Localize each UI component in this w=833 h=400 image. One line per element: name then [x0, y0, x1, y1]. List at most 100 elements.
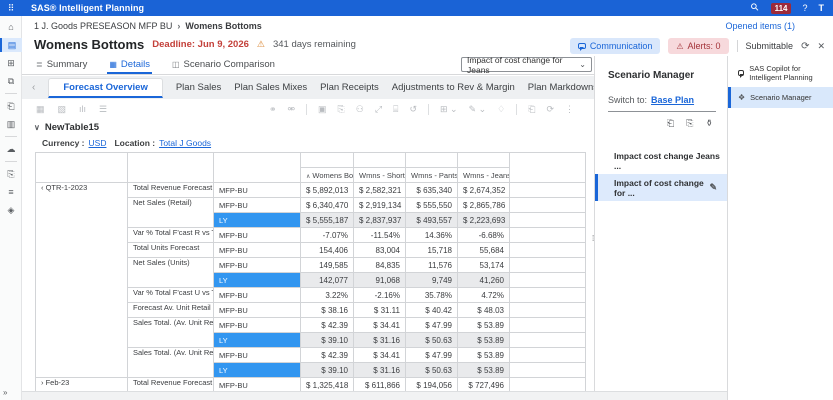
- breadcrumb-root[interactable]: 1 J. Goods PRESEASON MFP BU: [34, 21, 172, 31]
- value-cell[interactable]: 53,174: [458, 258, 510, 273]
- scenario-item[interactable]: Impact cost change Jeans ...: [595, 147, 727, 174]
- tab-scenario-comparison[interactable]: ◫Scenario Comparison: [170, 56, 277, 74]
- edit-pencil-icon[interactable]: ✎: [709, 182, 717, 193]
- scenario-item[interactable]: Impact of cost change for ...✎: [595, 174, 727, 201]
- value-cell[interactable]: $ 34.41: [354, 318, 406, 333]
- source-cell[interactable]: MFP-BU: [214, 348, 301, 363]
- value-cell[interactable]: 11,576: [406, 258, 458, 273]
- value-cell[interactable]: -7.07%: [301, 228, 354, 243]
- value-cell[interactable]: $ 727,496: [458, 378, 510, 392]
- unlink-icon[interactable]: ⚮: [287, 104, 295, 115]
- source-cell[interactable]: MFP-BU: [214, 258, 301, 273]
- scenario-dropdown[interactable]: Impact of cost change for Jeans ⌄: [461, 57, 592, 72]
- table-menu-icon[interactable]: ⊞ ⌄: [440, 104, 458, 115]
- rail-item-sas-copilot-for-intelligent-planning[interactable]: SAS Copilot for Intelligent Planning: [728, 62, 833, 83]
- value-cell[interactable]: $ 555,550: [406, 198, 458, 213]
- location-link[interactable]: Total J Goods: [159, 138, 211, 148]
- source-cell[interactable]: MFP-BU: [214, 288, 301, 303]
- value-cell[interactable]: -6.68%: [458, 228, 510, 243]
- subtab-forecast-overview[interactable]: Forecast Overview: [48, 78, 163, 98]
- value-cell[interactable]: 149,585: [301, 258, 354, 273]
- print-icon[interactable]: ⌸: [393, 104, 398, 115]
- expand-icon[interactable]: ⤢: [375, 104, 382, 115]
- source-cell[interactable]: MFP-BU: [214, 303, 301, 318]
- layers-icon[interactable]: ≡: [0, 185, 22, 199]
- value-cell[interactable]: $ 48.03: [458, 303, 510, 318]
- value-cell[interactable]: 55,684: [458, 243, 510, 258]
- value-cell[interactable]: $ 5,555,187: [301, 213, 354, 228]
- value-cell[interactable]: $ 53.89: [458, 333, 510, 348]
- value-cell[interactable]: $ 47.99: [406, 348, 458, 363]
- calendar-icon[interactable]: ▦: [36, 104, 45, 115]
- close-icon[interactable]: ✕: [817, 41, 825, 52]
- refresh-icon[interactable]: ⟳: [546, 104, 554, 115]
- value-cell[interactable]: $ 31.16: [354, 333, 406, 348]
- lock-icon[interactable]: ◈: [0, 203, 22, 217]
- source-cell[interactable]: MFP-BU: [214, 243, 301, 258]
- notification-badge[interactable]: 114: [771, 3, 792, 14]
- value-cell[interactable]: $ 5,892,013: [301, 183, 354, 198]
- source-cell[interactable]: MFP-BU: [214, 228, 301, 243]
- plans-icon[interactable]: ▤: [0, 38, 22, 52]
- value-cell[interactable]: $ 47.99: [406, 318, 458, 333]
- document-icon[interactable]: ⎗: [528, 104, 535, 115]
- value-cell[interactable]: $ 635,340: [406, 183, 458, 198]
- value-cell[interactable]: 15,718: [406, 243, 458, 258]
- source-cell[interactable]: MFP-BU: [214, 318, 301, 333]
- row-group-cell[interactable]: ‹ QTR-1-2023: [36, 183, 128, 378]
- value-cell[interactable]: -2.16%: [354, 288, 406, 303]
- row-group-cell[interactable]: › Feb-23: [36, 378, 128, 392]
- value-cell[interactable]: 3.22%: [301, 288, 354, 303]
- duplicate-scenario-icon[interactable]: ⎘: [686, 118, 693, 129]
- value-cell[interactable]: $ 39.10: [301, 333, 354, 348]
- new-scenario-icon[interactable]: ⎗: [667, 118, 674, 129]
- value-cell[interactable]: $ 2,865,786: [458, 198, 510, 213]
- base-plan-link[interactable]: Base Plan: [651, 95, 694, 105]
- subtab-plan-markdowns[interactable]: Plan Markdowns: [528, 82, 598, 93]
- person-icon[interactable]: ⚇: [356, 104, 364, 115]
- source-cell[interactable]: MFP-BU: [214, 378, 301, 392]
- value-cell[interactable]: $ 2,582,321: [354, 183, 406, 198]
- save-icon[interactable]: ▣: [318, 104, 327, 115]
- list-icon[interactable]: ☰: [99, 104, 107, 115]
- value-cell[interactable]: $ 2,674,352: [458, 183, 510, 198]
- help-icon[interactable]: ?: [802, 0, 807, 16]
- link-icon[interactable]: ⚭: [269, 104, 277, 115]
- value-cell[interactable]: -11.54%: [354, 228, 406, 243]
- value-cell[interactable]: $ 42.39: [301, 318, 354, 333]
- subtab-plan-receipts[interactable]: Plan Receipts: [320, 82, 379, 93]
- value-cell[interactable]: 91,068: [354, 273, 406, 288]
- source-cell[interactable]: LY: [214, 363, 301, 378]
- value-cell[interactable]: $ 194,056: [406, 378, 458, 392]
- column-header-wmns-pants[interactable]: Wmns - Pants: [406, 168, 458, 183]
- source-cell[interactable]: LY: [214, 333, 301, 348]
- search-icon[interactable]: ⚲: [748, 0, 764, 16]
- value-cell[interactable]: $ 53.89: [458, 348, 510, 363]
- subtab-scroll-left-icon[interactable]: ‹: [32, 82, 35, 93]
- workflow-icon[interactable]: ⧉: [0, 74, 22, 88]
- value-cell[interactable]: $ 39.10: [301, 363, 354, 378]
- grid-icon[interactable]: ⊞: [0, 56, 22, 70]
- tab-details[interactable]: ▦Details: [107, 56, 152, 74]
- value-cell[interactable]: 41,260: [458, 273, 510, 288]
- column-header-womens-bottom[interactable]: ∧Womens Bottom: [301, 168, 354, 183]
- value-cell[interactable]: $ 6,340,470: [301, 198, 354, 213]
- source-cell[interactable]: MFP-BU: [214, 198, 301, 213]
- subtab-plan-sales-mixes[interactable]: Plan Sales Mixes: [234, 82, 307, 93]
- source-cell[interactable]: MFP-BU: [214, 183, 301, 198]
- value-cell[interactable]: 14.36%: [406, 228, 458, 243]
- chart-box-icon[interactable]: ▥: [0, 117, 22, 131]
- sidebar-expand-icon[interactable]: »: [3, 388, 7, 397]
- apps-grid-icon[interactable]: ⠿: [0, 0, 22, 16]
- table-section[interactable]: ∨ NewTable15: [34, 122, 99, 133]
- rail-item-scenario-manager[interactable]: ❖Scenario Manager: [728, 87, 833, 108]
- shield-icon[interactable]: ♢: [497, 104, 505, 115]
- kebab-icon[interactable]: ⋮: [565, 104, 574, 115]
- value-cell[interactable]: $ 40.42: [406, 303, 458, 318]
- avatar[interactable]: T: [819, 0, 825, 16]
- source-cell[interactable]: LY: [214, 273, 301, 288]
- value-cell[interactable]: $ 53.89: [458, 363, 510, 378]
- value-cell[interactable]: $ 2,223,693: [458, 213, 510, 228]
- clipboard-icon[interactable]: ⎗: [0, 99, 22, 113]
- value-cell[interactable]: $ 42.39: [301, 348, 354, 363]
